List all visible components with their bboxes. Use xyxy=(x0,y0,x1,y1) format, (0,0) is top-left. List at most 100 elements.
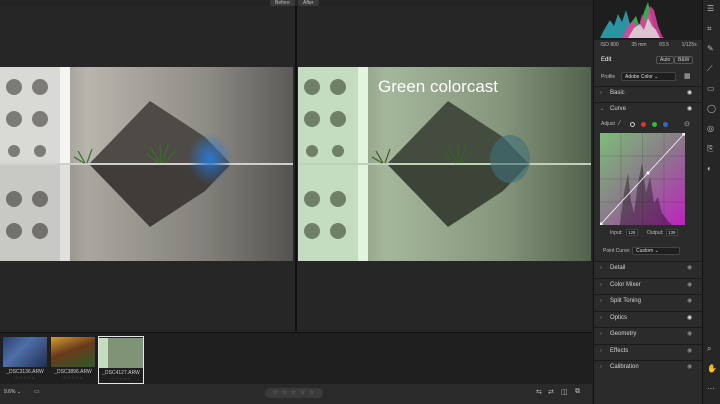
adjust-label: Adjust xyxy=(601,121,615,127)
eye-icon[interactable]: ◉ xyxy=(687,363,692,370)
rating-stars[interactable]: ☆ ☆ ☆ ☆ ☆ xyxy=(265,388,323,398)
hand-icon[interactable]: ✋ xyxy=(707,364,717,373)
bw-button[interactable]: B&W xyxy=(674,56,694,64)
exif-aperture: f/3.5 xyxy=(659,42,669,48)
eye-icon[interactable]: ◉ xyxy=(687,297,692,304)
tool-strip: ☰ ⌗ ✎ ⟋ ▭ ◯ ◎ ⎘ ◐ ⌕ ✋ ⋯ xyxy=(702,0,720,404)
section-split-toning[interactable]: › Split Toning ◉ xyxy=(594,294,703,308)
presets-icon[interactable]: ◐ xyxy=(707,164,712,173)
profile-row: Profile Adobe Color ⌄ ▦ xyxy=(594,72,703,82)
thumb-image xyxy=(3,337,47,367)
curve-input-output: Input: 128 Output: 139 xyxy=(594,229,703,237)
blue-channel-dot[interactable] xyxy=(663,122,668,127)
targeted-adjustment-icon[interactable]: ⊙ xyxy=(684,120,690,128)
zoom-dropdown[interactable]: 9.6% ⌄ xyxy=(4,389,21,395)
section-basic[interactable]: › Basic ◉ xyxy=(594,86,703,100)
snapshots-icon[interactable]: ⎘ xyxy=(707,144,713,154)
section-label: Effects xyxy=(610,348,629,354)
edit-title: Edit xyxy=(601,57,612,63)
section-label: Split Toning xyxy=(610,298,641,304)
crop-icon[interactable]: ⌗ xyxy=(707,24,712,34)
section-optics[interactable]: › Optics ◉ xyxy=(594,311,703,325)
bottom-toolbar: 9.6% ⌄ ▭ ☆ ☆ ☆ ☆ ☆ ⇆ ⇄ ◫ ⧉ xyxy=(0,384,592,404)
green-channel-dot[interactable] xyxy=(652,122,657,127)
section-calibration[interactable]: › Calibration ◉ xyxy=(594,360,703,374)
section-label: Color Mixer xyxy=(610,282,641,288)
chevron-right-icon: › xyxy=(600,348,602,354)
chevron-right-icon: › xyxy=(600,364,602,370)
edit-header: Edit Auto B&W xyxy=(594,54,703,68)
eye-icon[interactable]: ◉ xyxy=(687,264,692,271)
toggle-before-after-icon[interactable]: ◫ xyxy=(561,388,568,396)
thumb-rating[interactable]: ☆☆☆☆☆ xyxy=(2,375,48,380)
filmstrip-thumb[interactable]: _DSC3896.ARW ☆☆☆☆☆ xyxy=(50,336,96,384)
section-label: Calibration xyxy=(610,364,639,370)
exif-info: ISO 800 35 mm f/3.5 1/125s xyxy=(594,42,703,48)
auto-button[interactable]: Auto xyxy=(656,56,675,64)
profile-label: Profile xyxy=(601,74,616,80)
thumb-image xyxy=(99,338,143,368)
compare-divider[interactable] xyxy=(295,6,297,332)
red-eye-icon[interactable]: ◎ xyxy=(707,124,714,133)
input-label: Input: xyxy=(610,230,623,236)
chevron-right-icon: › xyxy=(600,315,602,321)
red-channel-dot[interactable] xyxy=(641,122,646,127)
chevron-down-icon: ⌄ xyxy=(600,106,605,112)
edit-panel: ISO 800 35 mm f/3.5 1/125s Edit Auto B&W… xyxy=(593,0,703,404)
zoom-icon[interactable]: ⌕ xyxy=(707,344,711,354)
section-color-mixer[interactable]: › Color Mixer ◉ xyxy=(594,278,703,292)
eye-icon[interactable]: ◉ xyxy=(687,281,692,288)
point-curve-dropdown[interactable]: Custom ⌄ xyxy=(632,247,680,255)
chevron-right-icon: › xyxy=(600,282,602,288)
rgb-channel-dot[interactable] xyxy=(630,122,635,127)
section-label: Detail xyxy=(610,265,626,271)
point-curve-label: Point Curve: xyxy=(603,248,631,254)
output-label: Output: xyxy=(647,230,664,236)
section-label: Basic xyxy=(610,90,625,96)
radial-filter-icon[interactable]: ◯ xyxy=(707,104,716,113)
filmstrip-thumb[interactable]: _DSC3136.ARW ☆☆☆☆☆ xyxy=(2,336,48,384)
section-label: Curve xyxy=(610,106,627,112)
more-icon[interactable]: ⋯ xyxy=(707,384,715,393)
section-label: Optics xyxy=(610,315,628,321)
compare-layout-icon[interactable]: ⧉ xyxy=(575,388,580,396)
eye-icon[interactable]: ◉ xyxy=(687,105,692,112)
section-curve[interactable]: ⌄ Curve ◉ xyxy=(594,102,703,116)
exif-focal-length: 35 mm xyxy=(631,42,647,48)
edit-sliders-icon[interactable]: ☰ xyxy=(707,4,714,13)
thumb-rating[interactable]: ☆☆☆☆☆ xyxy=(99,376,143,381)
filmstrip-toggle-icon[interactable]: ▭ xyxy=(34,388,40,395)
eye-icon[interactable]: ◉ xyxy=(687,330,692,337)
chevron-right-icon: › xyxy=(600,331,602,337)
section-effects[interactable]: › Effects ◉ xyxy=(594,344,703,358)
chevron-right-icon: › xyxy=(600,298,602,304)
eye-icon[interactable]: ◉ xyxy=(687,89,692,96)
exif-shutter: 1/125s xyxy=(681,42,697,48)
eye-icon[interactable]: ◉ xyxy=(687,314,692,321)
parametric-curve-icon[interactable]: ∕ xyxy=(619,120,620,127)
filmstrip: _DSC3136.ARW ☆☆☆☆☆ _DSC3896.ARW ☆☆☆☆☆ _D… xyxy=(0,332,592,384)
point-curve-row: Point Curve: Custom ⌄ xyxy=(594,246,703,256)
swap-view-icon[interactable]: ⇆ xyxy=(536,388,542,396)
section-detail[interactable]: › Detail ◉ xyxy=(594,261,703,275)
brush-icon[interactable]: ⟋ xyxy=(707,64,713,74)
thumb-rating[interactable]: ☆☆☆☆☆ xyxy=(50,375,96,380)
histogram xyxy=(594,0,703,40)
input-field[interactable]: 128 xyxy=(626,229,638,236)
before-image xyxy=(0,67,293,261)
eye-icon[interactable]: ◉ xyxy=(687,347,692,354)
chevron-right-icon: › xyxy=(600,90,602,96)
profile-browser-icon[interactable]: ▦ xyxy=(684,72,691,80)
section-geometry[interactable]: › Geometry ◉ xyxy=(594,327,703,341)
tone-curve-graph[interactable] xyxy=(599,132,686,226)
output-field[interactable]: 139 xyxy=(666,229,678,236)
compare-view: Green colorcast xyxy=(0,6,592,332)
chevron-right-icon: › xyxy=(600,265,602,271)
healing-brush-icon[interactable]: ✎ xyxy=(707,44,714,53)
after-image: Green colorcast xyxy=(298,67,591,261)
graduated-filter-icon[interactable]: ▭ xyxy=(707,84,715,93)
curve-adjust-row: Adjust ∕ ⊙ xyxy=(594,120,703,130)
filmstrip-thumb-selected[interactable]: _DSC4127.ARW ☆☆☆☆☆ xyxy=(98,336,144,384)
profile-dropdown[interactable]: Adobe Color ⌄ xyxy=(621,72,676,81)
copy-settings-icon[interactable]: ⇄ xyxy=(548,388,554,396)
